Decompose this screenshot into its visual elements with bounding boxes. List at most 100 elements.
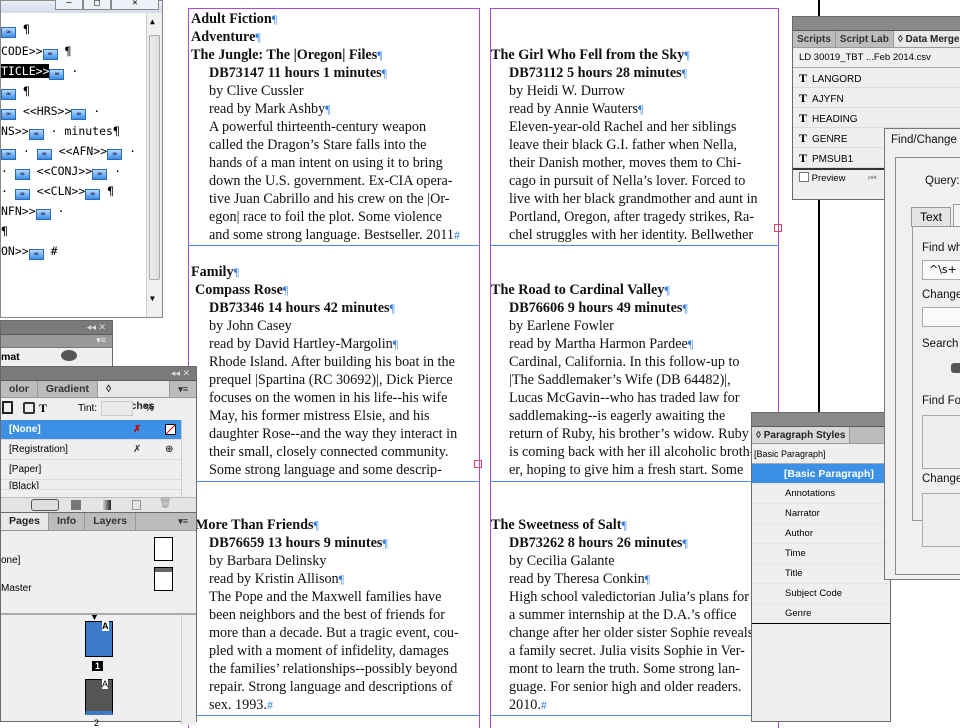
container-format-icon[interactable] [23,402,35,414]
query-label: Query: [925,175,960,187]
show-color-swatches-button[interactable] [71,500,81,510]
story-line[interactable]: · ∞ <<CONJ>> ∞ · [1,163,121,180]
style-subject-code[interactable]: Subject Code [752,584,890,604]
tab-swatches[interactable]: ◊ Swatches [98,381,171,412]
story-editor-scrollbar[interactable]: ▲ ▼ [146,13,162,317]
new-swatch-button[interactable] [132,500,141,510]
swatch-black[interactable]: [Black] [1,480,181,490]
pages-scrollbar[interactable] [181,615,196,725]
master-a[interactable]: Master [1,583,32,594]
story-line[interactable]: · ∞ <<CLN>> ∞ ¶ [1,183,114,200]
story-entry-6[interactable]: The Sweetness of Salt¶ DB73262 8 hours 2… [491,516,753,714]
style-genre[interactable]: Genre [752,604,890,624]
master-none[interactable]: one] [1,555,20,566]
tab-text[interactable]: Text [911,207,951,227]
minimize-button[interactable]: — [55,0,83,10]
style-narrator[interactable]: Narrator [752,504,890,524]
tab-script-label[interactable]: Script Lab [836,31,894,47]
panel-menu-icon[interactable]: ▾≡ [170,513,196,530]
story-line[interactable]: ∞ · ∞ <<AFN>> ∞ · [1,143,136,160]
preview-checkbox[interactable] [799,172,809,182]
panel-header[interactable] [752,413,890,427]
palette-icon[interactable] [61,350,77,361]
tab-scripts[interactable]: Scripts [793,31,836,47]
book-meta: DB73112 5 hours 28 minutes¶ [509,65,688,81]
swatches-panel[interactable]: ◂◂ ✕ olor Gradient ◊ Swatches ▾≡ T Tint:… [0,366,197,514]
story-line[interactable]: ∞ ¶ [1,83,30,100]
find-what-input[interactable]: ^\s+ [922,260,960,280]
style-time[interactable]: Time [752,544,890,564]
tab-grep[interactable] [953,204,960,227]
change-format-box[interactable] [922,493,960,547]
annotation-line: a summer internship at the D.A.’s office [509,607,737,623]
master-thumbnail[interactable] [154,567,173,591]
first-record-icon[interactable]: ⏮ [868,173,877,184]
story-entry-1[interactable]: Adult Fiction¶ Adventure¶ The Jungle: Th… [191,10,460,244]
story-editor-window[interactable]: — □ ✕ ∞ ¶ CODE>> ∞ ¶ TICLE>> ∞ · ∞ ¶ ∞ <<H… [0,0,163,318]
data-field[interactable]: T AJYFN [793,88,960,108]
tab-gradient[interactable]: Gradient [38,381,99,397]
text-format-icon[interactable]: T [39,401,47,416]
story-entry-5[interactable]: More Than Friends¶ DB76659 13 hours 9 mi… [195,516,479,714]
change-to-input[interactable] [922,307,960,327]
style-title[interactable]: Title [752,564,890,584]
fill-stroke-icon[interactable] [2,401,13,414]
panel-header[interactable]: ◂◂ ✕ [1,321,112,335]
style-author[interactable]: Author [752,524,890,544]
delete-swatch-icon[interactable]: 🗑 [159,498,172,509]
story-line-selected[interactable]: TICLE>> ∞ · [1,63,78,80]
style-basic-paragraph[interactable]: [Basic Paragraph] [752,464,890,484]
story-line[interactable]: ∞ ¶ [1,21,30,38]
tab-pages[interactable]: Pages [1,513,49,530]
annotation-line: guage. For senior high and older readers… [509,679,742,695]
scrollbar-thumb[interactable] [149,35,160,280]
story-line[interactable]: NS>> ∞ · minutes¶ [1,123,120,140]
find-change-dialog[interactable]: Find/Change Query: Text Find wh ^\s+ Cha… [884,128,960,580]
swatches-scrollbar[interactable] [181,419,196,497]
swatch-paper[interactable]: [Paper] [1,460,181,480]
data-field[interactable]: T HEADING [793,108,960,128]
format-panel[interactable]: ◂◂ ✕ ▾≡ mat [0,320,113,370]
annotation-line: pled with a moment of infidelity, damage… [209,643,449,659]
book-title: The Jungle: The |Oregon| Files¶ [191,47,383,63]
pages-panel[interactable]: Pages Info Layers ▾≡ one] Master ▼ A 1 A… [0,512,197,728]
tab-data-merge[interactable]: ◊ Data Merge [893,31,960,47]
tab-layers[interactable]: Layers [85,513,137,530]
swatch-registration[interactable]: [Registration] ✗ ⊕ [1,440,181,460]
annotation-line: more than a decade. But a tragic event, … [209,625,459,641]
panel-header[interactable] [793,17,960,31]
scroll-down-icon[interactable]: ▼ [150,294,155,303]
style-annotations[interactable]: Annotations [752,484,890,504]
tab-color[interactable]: olor [1,381,38,397]
show-gradient-swatches-button[interactable] [101,500,111,510]
master-letter: A [102,621,109,631]
page-2-thumbnail[interactable] [85,679,113,715]
show-all-swatches-button[interactable] [31,499,59,511]
story-entry-3[interactable]: Family¶ Compass Rose¶ DB73346 14 hours 4… [191,263,479,481]
close-button[interactable]: ✕ [111,0,159,10]
panel-menu-icon[interactable]: ▾≡ [170,381,196,397]
tab-paragraph-styles[interactable]: ◊ Paragraph Styles [752,427,851,443]
search-scope-icon[interactable] [951,363,960,373]
find-format-box[interactable] [922,415,960,469]
restore-button[interactable]: □ [83,0,111,10]
story-line[interactable]: ∞ <<HRS>> ∞ · [1,103,100,120]
story-editor-titlebar[interactable]: — □ ✕ [1,0,162,13]
story-entry-4[interactable]: The Road to Cardinal Valley¶ DB76606 9 h… [491,281,777,481]
paragraph-styles-panel[interactable]: ◊ Paragraph Styles [Basic Paragraph] [Ba… [751,412,891,722]
story-line[interactable]: CODE>> ∞ ¶ [1,43,71,60]
scroll-up-icon[interactable]: ▲ [150,17,155,26]
panel-header[interactable]: ◂◂ ✕ [1,367,196,381]
story-line[interactable]: ON>> ∞ # [1,243,58,260]
data-field[interactable]: T LANGORD [793,68,960,88]
story-line[interactable]: ¶ [1,223,8,239]
tab-info[interactable]: Info [49,513,86,530]
story-entry-2[interactable]: The Girl Who Fell from the Sky¶ DB73112 … [491,46,777,244]
master-thumbnail[interactable] [154,537,173,561]
story-line[interactable]: NFN>> ∞ · [1,203,65,220]
swatch-none[interactable]: [None] ✗ [1,420,181,440]
merge-tag-icon: ∞ [14,189,30,200]
merge-tag-icon: ∞ [35,209,51,220]
panel-menu-icon[interactable]: ▾≡ [1,335,112,348]
tint-input[interactable] [101,401,133,416]
